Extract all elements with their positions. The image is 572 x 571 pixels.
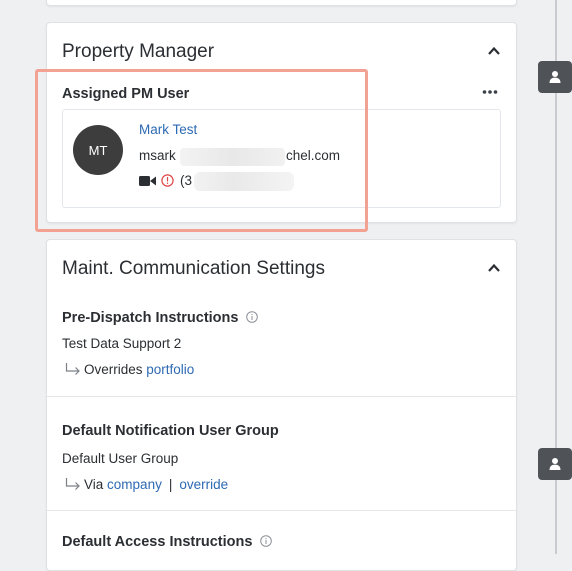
maint-communication-card: Maint. Communication Settings Pre-Dispat… [46,239,517,571]
chevron-up-icon[interactable] [486,260,502,276]
default-notification-source: Via company | override [65,477,228,492]
info-icon[interactable] [246,311,259,323]
user-marker[interactable] [538,61,572,93]
link-separator: | [168,477,173,492]
default-access-title: Default Access Instructions [62,534,273,550]
assigned-pm-user-label: Assigned PM User [62,86,190,102]
property-manager-title: Property Manager [62,41,215,62]
pm-user-email-end: chel.com [286,148,341,163]
previous-card [46,0,517,6]
user-marker[interactable] [538,448,572,480]
pre-dispatch-title: Pre-Dispatch Instructions [62,310,259,326]
pm-user-name-link[interactable]: Mark Test [139,122,197,137]
return-arrow-icon [65,363,80,375]
default-notification-title: Default Notification User Group [62,423,279,439]
default-notification-value: Default User Group [62,451,179,466]
phone-redaction [194,172,294,191]
pm-user-email: msark [139,148,176,163]
info-icon[interactable] [260,535,273,547]
pre-dispatch-value: Test Data Support 2 [62,336,182,351]
override-link[interactable]: override [179,477,228,492]
pm-user-phone: (3 [180,173,193,188]
user-icon [549,71,561,83]
video-call-icon[interactable] [139,175,156,187]
company-link[interactable]: company [107,477,162,492]
more-options-icon[interactable] [482,82,498,100]
divider [47,396,516,397]
maint-communication-title: Maint. Communication Settings [62,258,325,279]
divider [47,510,516,511]
property-manager-card: Property Manager Assigned PM User MT Mar… [46,22,517,223]
pre-dispatch-source: Overrides portfolio [65,362,194,377]
warning-icon [161,174,174,187]
return-arrow-icon [65,478,80,490]
portfolio-link[interactable]: portfolio [146,362,194,377]
pm-user-box: MT Mark Test msark chel.com (3 [62,109,501,208]
user-icon [549,458,561,470]
chevron-up-icon[interactable] [486,43,502,59]
avatar: MT [73,125,123,175]
email-redaction [180,148,285,166]
